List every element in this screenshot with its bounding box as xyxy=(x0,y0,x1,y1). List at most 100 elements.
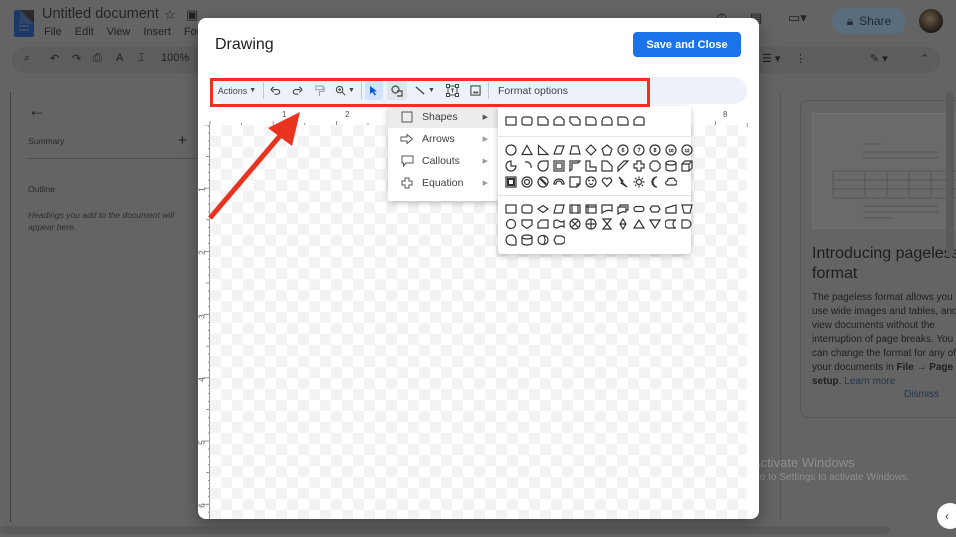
shape-predefined-process-icon[interactable] xyxy=(568,202,582,216)
shape-manual-input-icon[interactable] xyxy=(664,202,678,216)
undo-icon[interactable]: ↶ xyxy=(50,52,59,65)
shape-cloud-icon[interactable] xyxy=(664,175,678,189)
select-button[interactable] xyxy=(365,81,383,100)
shape-rectangle-icon[interactable] xyxy=(504,114,518,128)
shape-document-icon[interactable] xyxy=(600,202,614,216)
save-and-close-button[interactable]: Save and Close xyxy=(633,32,741,57)
paint-format-icon[interactable]: ⌶ xyxy=(138,52,145,65)
menu-item-shapes[interactable]: Shapes ▶ xyxy=(388,106,498,128)
shape-preparation-icon[interactable] xyxy=(648,202,662,216)
dismiss-button[interactable]: Dismiss xyxy=(904,389,939,400)
text-box-button[interactable] xyxy=(444,81,460,100)
shape-heptagon-7-icon[interactable]: 7 xyxy=(632,143,646,157)
menu-item-callouts[interactable]: Callouts ▶ xyxy=(388,150,498,172)
shape-merge-icon[interactable] xyxy=(648,217,662,231)
menu-view[interactable]: View xyxy=(107,26,131,38)
share-button[interactable]: 🔒︎ Share xyxy=(832,8,906,34)
shape-pie-icon[interactable] xyxy=(504,159,518,173)
shape-sort-icon[interactable] xyxy=(616,217,630,231)
show-side-panel-button[interactable]: ‹ xyxy=(937,503,956,529)
menu-item-equation[interactable]: Equation ▶ xyxy=(388,172,498,194)
menu-insert[interactable]: Insert xyxy=(143,26,171,38)
shape-heart-icon[interactable] xyxy=(600,175,614,189)
shape-multi-document-icon[interactable] xyxy=(616,202,630,216)
shape-extract-icon[interactable] xyxy=(632,217,646,231)
shape-pentagon-icon[interactable] xyxy=(600,143,614,157)
shape-snip-single-corner-icon[interactable] xyxy=(536,114,550,128)
shape-chord-icon[interactable] xyxy=(520,159,534,173)
shape-decision-icon[interactable] xyxy=(536,202,550,216)
vertical-scrollbar[interactable] xyxy=(946,92,954,257)
shape-data-icon[interactable] xyxy=(552,202,566,216)
back-arrow-icon[interactable]: ← xyxy=(28,100,46,121)
shape-lightning-icon[interactable] xyxy=(616,175,630,189)
shape-sequential-access-icon[interactable] xyxy=(504,233,518,247)
shape-frame-shape-icon[interactable] xyxy=(552,159,566,173)
shape-smiley-icon[interactable] xyxy=(584,175,598,189)
menu-file[interactable]: File xyxy=(44,26,62,38)
shape-parallelogram-icon[interactable] xyxy=(552,143,566,157)
avatar[interactable] xyxy=(919,9,943,33)
spellcheck-icon[interactable]: A xyxy=(116,52,123,64)
shape-process-icon[interactable] xyxy=(504,202,518,216)
shape-snip-diagonal-icon[interactable] xyxy=(568,114,582,128)
shape-sun-icon[interactable] xyxy=(632,175,646,189)
image-button[interactable] xyxy=(467,81,483,100)
shape-block-arc-icon[interactable] xyxy=(552,175,566,189)
shape-teardrop-icon[interactable] xyxy=(536,159,550,173)
shape-punched-tape-icon[interactable] xyxy=(552,217,566,231)
shape-or-icon[interactable] xyxy=(584,217,598,231)
shape-corner-icon[interactable] xyxy=(600,159,614,173)
redo-button[interactable] xyxy=(289,81,305,100)
shape-diamond-icon[interactable] xyxy=(584,143,598,157)
zoom-select[interactable]: 100% xyxy=(161,52,189,64)
horizontal-scrollbar[interactable] xyxy=(0,526,890,534)
more-icon[interactable]: ⋮ xyxy=(795,52,806,65)
shape-round-same-side-icon[interactable] xyxy=(600,114,614,128)
print-icon[interactable]: ⎙ xyxy=(93,52,102,65)
editing-mode-icon[interactable]: ✎ ▾ xyxy=(870,52,888,65)
shape-snip-round-icon[interactable] xyxy=(632,114,646,128)
menu-item-arrows[interactable]: Arrows ▶ xyxy=(388,128,498,150)
shape-plus-icon[interactable] xyxy=(632,159,646,173)
meet-icon[interactable]: ▭▾ xyxy=(788,10,807,26)
add-summary-icon[interactable]: + xyxy=(178,132,187,149)
shape-delay-icon[interactable] xyxy=(680,217,694,231)
shape-triangle-icon[interactable] xyxy=(520,143,534,157)
shape-display-icon[interactable] xyxy=(552,233,566,247)
move-folder-icon[interactable]: ▣ xyxy=(186,7,198,23)
shape-collate-icon[interactable] xyxy=(600,217,614,231)
shape-moon-icon[interactable] xyxy=(648,175,662,189)
actions-menu-button[interactable]: Actions ▼ xyxy=(216,81,258,100)
shape-octagon-8-icon[interactable]: 8 xyxy=(648,143,662,157)
shape-trapezoid-icon[interactable] xyxy=(568,143,582,157)
learn-more-link[interactable]: Learn more xyxy=(844,376,895,387)
shape-l-shape-icon[interactable] xyxy=(584,159,598,173)
document-title[interactable]: Untitled document xyxy=(42,6,159,22)
shape-manual-operation-icon[interactable] xyxy=(680,202,694,216)
format-options-button[interactable]: Format options xyxy=(498,85,568,97)
shape-octagon-icon[interactable] xyxy=(648,159,662,173)
shape-terminator-icon[interactable] xyxy=(632,202,646,216)
shape-magnetic-disk-icon[interactable] xyxy=(520,233,534,247)
docs-logo-icon[interactable] xyxy=(14,10,34,37)
shape-internal-storage-icon[interactable] xyxy=(584,202,598,216)
shape-donut-icon[interactable] xyxy=(520,175,534,189)
shape-snip-same-side-icon[interactable] xyxy=(552,114,566,128)
shape-diagonal-stripe-icon[interactable] xyxy=(616,159,630,173)
shape-decagon-10-icon[interactable]: 10 xyxy=(664,143,678,157)
shape-bevel-icon[interactable] xyxy=(504,175,518,189)
shape-round-single-corner-icon[interactable] xyxy=(584,114,598,128)
shape-ellipse-icon[interactable] xyxy=(504,143,518,157)
menu-edit[interactable]: Edit xyxy=(75,26,94,38)
star-icon[interactable]: ☆ xyxy=(164,7,176,23)
search-menus-icon[interactable]: ⌕ xyxy=(24,52,30,65)
shape-hexagon-6-icon[interactable]: 6 xyxy=(616,143,630,157)
shape-no-symbol-icon[interactable] xyxy=(536,175,550,189)
redo-icon[interactable]: ↷ xyxy=(72,52,81,65)
shape-folded-corner-icon[interactable] xyxy=(568,175,582,189)
shape-direct-access-icon[interactable] xyxy=(536,233,550,247)
undo-button[interactable] xyxy=(267,81,283,100)
shape-connector-icon[interactable] xyxy=(504,217,518,231)
numbered-list-icon[interactable]: ☰ ▾ xyxy=(762,52,780,65)
